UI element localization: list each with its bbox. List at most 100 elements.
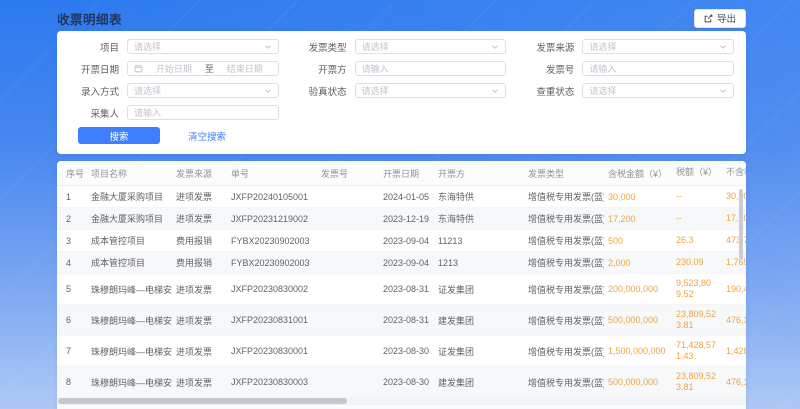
collector-field-wrap [127, 105, 279, 120]
collector-input[interactable] [134, 108, 272, 118]
filter-collector: 采集人 [67, 105, 279, 120]
table-cell: 2023-08-30 [379, 342, 434, 360]
horizontal-scrollbar-thumb[interactable] [58, 398, 347, 404]
table-cell: 476,190,476.19 [722, 311, 746, 330]
table-cell: 1213 [434, 254, 524, 272]
invoice-source-select[interactable]: 请选择 [582, 39, 734, 54]
table-cell: 增值税专用发票(蓝) [524, 372, 604, 393]
filter-verify-status: 验真状态 请选择 [295, 83, 507, 98]
table-cell: 23,809,523.81 [672, 367, 722, 397]
table-cell: 190,476,190.48 [722, 280, 746, 299]
invoice-date-label: 开票日期 [67, 62, 119, 76]
table-cell: 建发集团 [434, 310, 524, 331]
table-cell [317, 316, 379, 324]
table-cell: 珠穆朗玛峰—电梯安装 [87, 310, 172, 331]
table-cell [317, 378, 379, 386]
table-cell: 证发集团 [434, 279, 524, 300]
invoice-number-label: 发票号 [522, 62, 574, 76]
vertical-scrollbar-thumb[interactable] [739, 189, 743, 259]
export-button-label: 导出 [717, 11, 736, 25]
table-cell: 2023-08-31 [379, 280, 434, 298]
table-cell [317, 347, 379, 355]
duplicate-status-label: 查重状态 [522, 84, 574, 98]
table-cell: FYBX20230902003 [227, 232, 317, 250]
table-row: 4成本管控项目费用报销FYBX202309020032023-09-041213… [57, 252, 746, 274]
column-header: 发票号 [317, 161, 379, 185]
table-row: 1金融大厦采购项目进项发票JXFP202401050012024-01-05东海… [57, 186, 746, 208]
table-cell: JXFP20230830001 [227, 342, 317, 360]
duplicate-status-select[interactable]: 请选择 [582, 83, 734, 98]
table-cell: 费用报销 [172, 230, 227, 251]
table-cell: 2023-12-19 [379, 210, 434, 228]
table-cell: 11213 [434, 232, 524, 250]
clear-search-button[interactable]: 清空搜索 [188, 129, 226, 143]
table-cell: 4 [57, 254, 87, 272]
entry-method-select-placeholder: 请选择 [134, 84, 161, 97]
invoice-table-card: 序号项目名称发票来源单号发票号开票日期开票方发票类型含税金额（¥）税额（¥）不含… [57, 161, 746, 409]
table-cell: JXFP20240105001 [227, 188, 317, 206]
verify-status-select-placeholder: 请选择 [362, 84, 389, 97]
filter-project: 项目 请选择 [67, 39, 279, 54]
duplicate-status-select-placeholder: 请选择 [589, 84, 616, 97]
table-cell: 71,428,571.43 [672, 336, 722, 366]
table-cell: JXFP20230830003 [227, 373, 317, 391]
collector-label: 采集人 [67, 106, 119, 120]
table-cell: 5 [57, 280, 87, 298]
table-cell: 3 [57, 232, 87, 250]
table-cell: 2023-09-04 [379, 254, 434, 272]
table-cell: 200,000,000 [604, 280, 672, 298]
column-header: 开票日期 [379, 161, 434, 185]
entry-method-select[interactable]: 请选择 [127, 83, 279, 98]
table-cell: 8 [57, 373, 87, 391]
project-select[interactable]: 请选择 [127, 39, 279, 54]
search-button[interactable]: 搜索 [78, 127, 160, 144]
filter-actions: 搜索 清空搜索 [78, 127, 734, 144]
top-bar: 收票明细表 导出 [57, 8, 746, 28]
table-cell: 东海特供 [434, 208, 524, 229]
filter-invoice-number: 发票号 [522, 61, 734, 76]
issuer-input[interactable] [362, 64, 500, 74]
filter-invoice-source: 发票来源 请选择 [522, 39, 734, 54]
invoice-type-select-placeholder: 请选择 [362, 40, 389, 53]
table-row: 6珠穆朗玛峰—电梯安装进项发票JXFP202308310012023-08-31… [57, 305, 746, 336]
chevron-down-icon [491, 43, 499, 51]
column-header: 含税金额（¥） [604, 161, 672, 185]
table-cell: 230.09 [672, 253, 722, 272]
table-cell: 6 [57, 311, 87, 329]
filter-entry-method: 录入方式 请选择 [67, 83, 279, 98]
invoice-date-range[interactable]: 开始日期 至 结束日期 [127, 61, 279, 76]
table-cell: 珠穆朗玛峰—电梯安装 [87, 372, 172, 393]
table-cell: 进项发票 [172, 310, 227, 331]
horizontal-scrollbar[interactable] [57, 398, 746, 404]
export-icon [704, 14, 713, 23]
chevron-down-icon [264, 87, 272, 95]
invoice-number-input[interactable] [589, 64, 727, 74]
table-cell: 500,000,000 [604, 373, 672, 391]
column-header: 项目名称 [87, 161, 172, 185]
table-cell: 费用报销 [172, 252, 227, 273]
column-header: 单号 [227, 161, 317, 185]
entry-method-label: 录入方式 [67, 84, 119, 98]
column-header: 序号 [57, 161, 87, 185]
invoice-source-select-placeholder: 请选择 [589, 40, 616, 53]
chevron-down-icon [491, 87, 499, 95]
table-cell: 进项发票 [172, 372, 227, 393]
table-cell: 建发集团 [434, 372, 524, 393]
filter-panel: 项目 请选择 发票类型 请选择 发票来源 请选择 [57, 31, 746, 154]
export-button[interactable]: 导出 [694, 9, 746, 28]
table-cell [317, 215, 379, 223]
table-cell: 成本管控项目 [87, 252, 172, 273]
project-select-placeholder: 请选择 [134, 40, 161, 53]
table-cell: 金融大厦采购项目 [87, 208, 172, 229]
table-cell: 500,000,000 [604, 311, 672, 329]
table-cell: 17,200 [604, 210, 672, 228]
end-date-placeholder: 结束日期 [218, 62, 272, 75]
table-cell: 进项发票 [172, 341, 227, 362]
summary-row: 合计 含税总额(¥)：3,032,699,097.89 不含税总额(¥)：2,8… [57, 404, 746, 409]
content-shell: 收票明细表 导出 项目 请选择 发票类型 请选择 [57, 8, 746, 409]
table-cell [317, 259, 379, 267]
table-cell: JXFP20230830002 [227, 280, 317, 298]
invoice-type-select[interactable]: 请选择 [355, 39, 507, 54]
table-cell: 珠穆朗玛峰—电梯安装 [87, 341, 172, 362]
verify-status-select[interactable]: 请选择 [355, 83, 507, 98]
